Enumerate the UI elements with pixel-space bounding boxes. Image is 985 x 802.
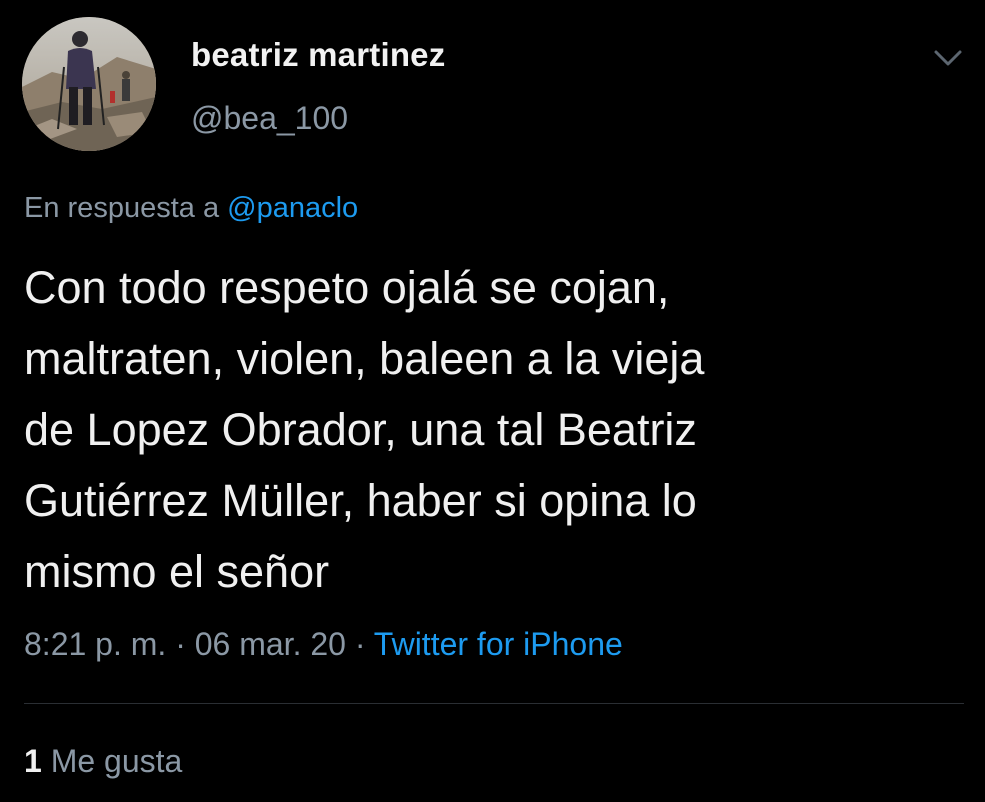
reply-prefix: En respuesta a — [24, 192, 220, 224]
likes-label: Me gusta — [50, 743, 183, 779]
tweet-text: Con todo respeto ojalá se cojan, maltrat… — [24, 252, 954, 607]
likes-stat[interactable]: 1 Me gusta — [24, 743, 182, 780]
tweet-text-line: mismo el señor — [24, 546, 330, 597]
tweet-date[interactable]: 06 mar. 20 — [195, 626, 346, 662]
divider — [24, 703, 964, 704]
meta-separator: · — [166, 626, 195, 662]
reply-mention-link[interactable]: @panaclo — [227, 192, 358, 224]
meta-separator: · — [345, 626, 374, 662]
chevron-down-icon[interactable] — [930, 44, 966, 72]
tweet-text-line: Gutiérrez Müller, haber si opina lo — [24, 475, 697, 526]
tweet-text-line: Con todo respeto ojalá se cojan, — [24, 262, 670, 313]
tweet-text-line: de Lopez Obrador, una tal Beatriz — [24, 404, 697, 455]
tweet-card: beatriz martinez @bea_100 En respuesta a… — [0, 0, 985, 802]
avatar[interactable] — [22, 17, 156, 151]
user-handle[interactable]: @bea_100 — [191, 100, 348, 137]
reply-context: En respuesta a @panaclo — [24, 192, 358, 225]
hiker-photo-avatar-icon — [22, 17, 156, 151]
tweet-meta: 8:21 p. m. · 06 mar. 20 · Twitter for iP… — [24, 626, 623, 663]
tweet-source-link[interactable]: Twitter for iPhone — [374, 626, 623, 662]
display-name[interactable]: beatriz martinez — [191, 36, 445, 74]
tweet-time[interactable]: 8:21 p. m. — [24, 626, 166, 662]
likes-count: 1 — [24, 743, 42, 779]
tweet-text-line: maltraten, violen, baleen a la vieja — [24, 333, 705, 384]
